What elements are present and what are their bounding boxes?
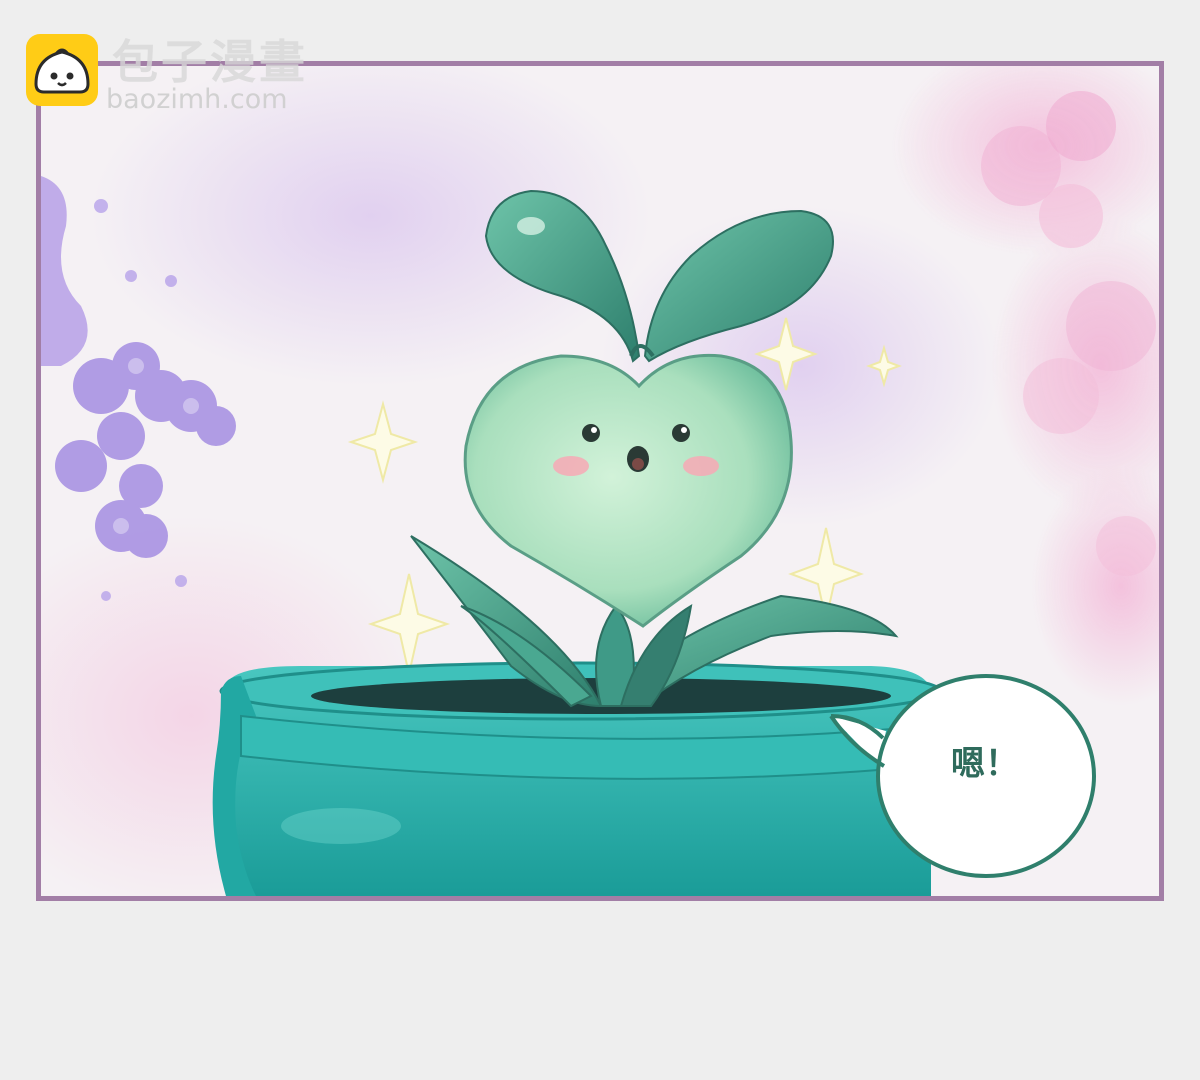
watermark-url: baozimh.com [106,84,288,115]
comic-page: 包子漫畫 baozimh.com 嗯！ [0,0,1200,1080]
bun-mascot-icon [26,34,98,106]
watermark-site-name: 包子漫畫 [112,35,308,89]
speech-bubble-text: 嗯！ [951,744,1019,784]
